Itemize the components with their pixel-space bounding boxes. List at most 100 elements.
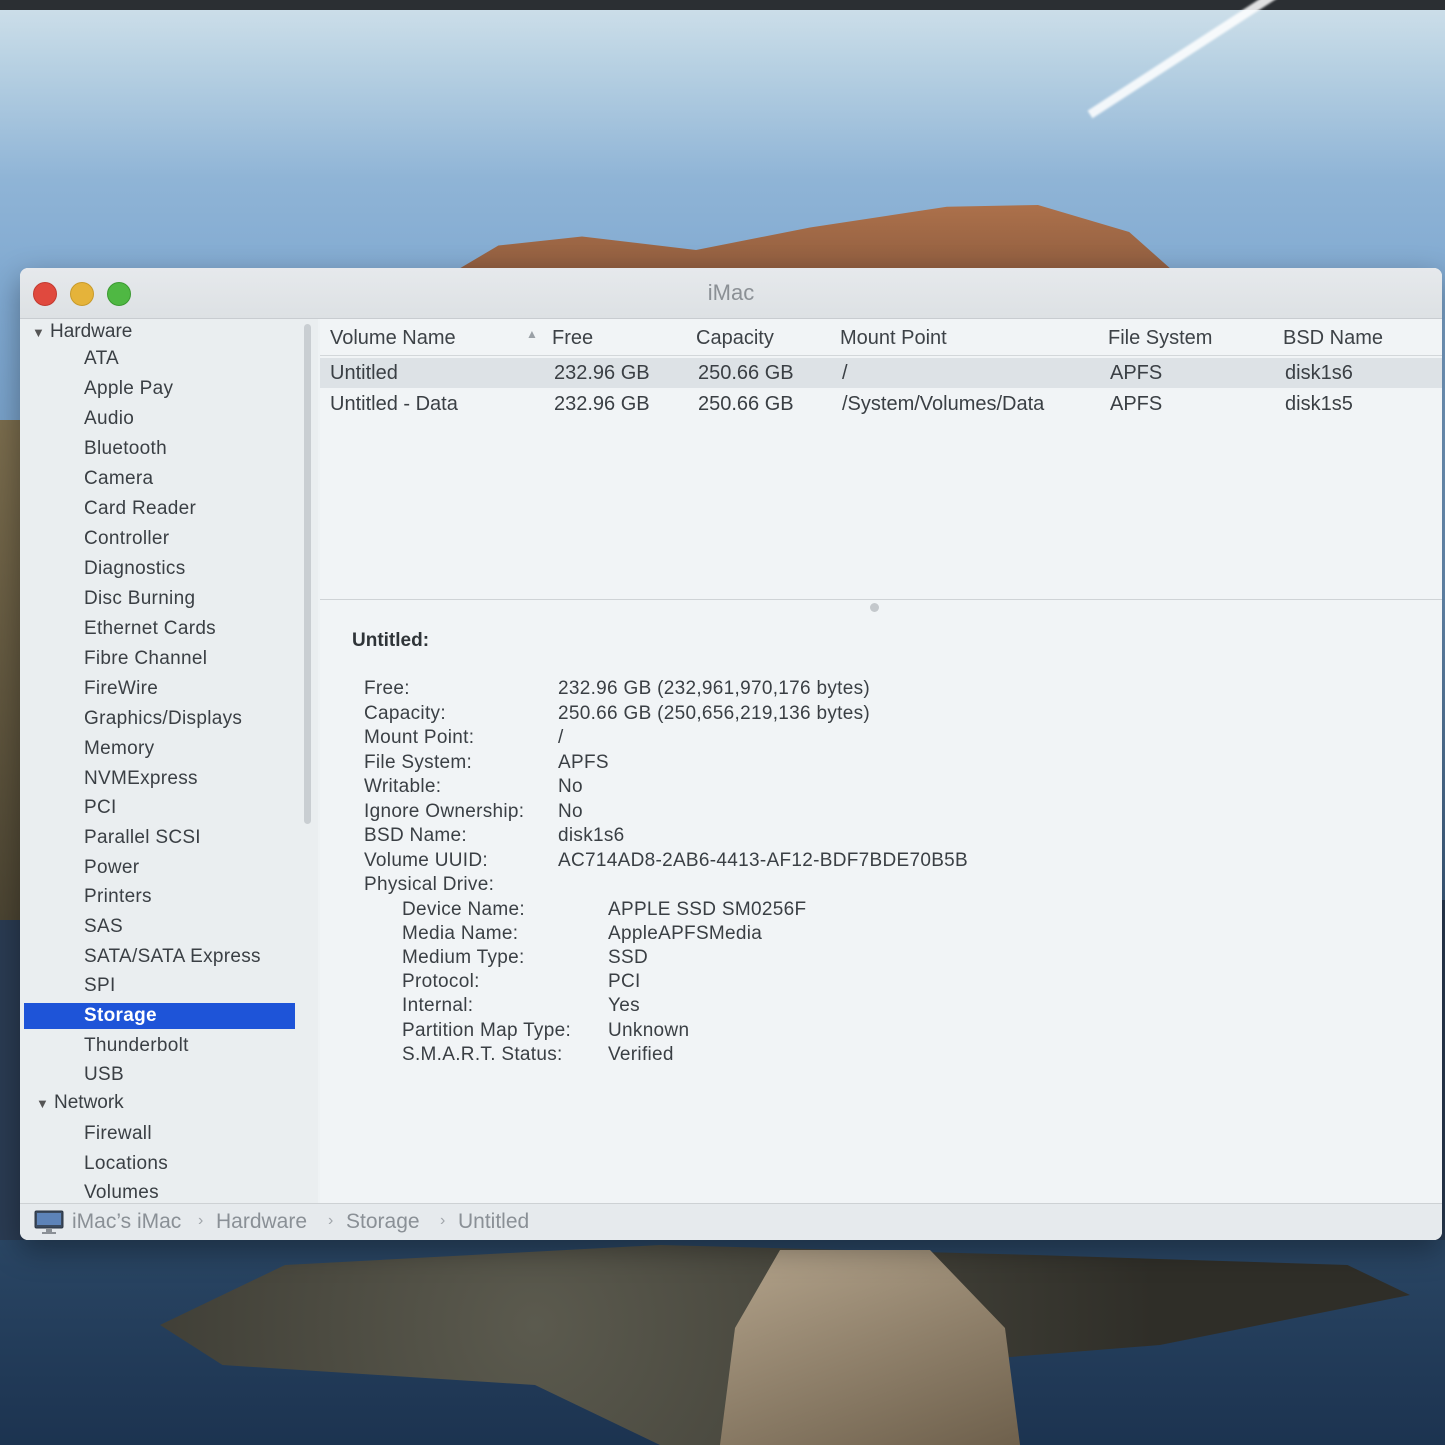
detail-label: BSD Name: [364, 825, 468, 846]
sidebar-item-firewire[interactable]: FireWire [84, 676, 158, 702]
breadcrumb-separator: › [440, 1212, 446, 1229]
sidebar-item-apple-pay[interactable]: Apple Pay [84, 376, 173, 402]
split-view-handle[interactable] [870, 603, 879, 612]
sidebar-item-thunderbolt[interactable]: Thunderbolt [84, 1033, 189, 1059]
cell-free: 232.96 GB [554, 362, 650, 384]
detail-value: PCI [608, 971, 641, 992]
sidebar: ▼ Hardware ATA Apple Pay Audio Bluetooth … [20, 319, 318, 1203]
detail-label: Medium Type: [402, 947, 525, 968]
sidebar-item-spi[interactable]: SPI [84, 973, 116, 999]
breadcrumb-computer[interactable]: iMac’s iMac [72, 1210, 181, 1234]
sidebar-item-pci[interactable]: PCI [84, 795, 117, 821]
breadcrumb-hardware[interactable]: Hardware [216, 1210, 307, 1234]
split-view-divider[interactable] [320, 599, 1442, 600]
detail-value: SSD [608, 947, 648, 968]
sidebar-item-diagnostics[interactable]: Diagnostics [84, 556, 186, 582]
sidebar-item-disc-burning[interactable]: Disc Burning [84, 586, 195, 612]
system-information-window: iMac ▼ Hardware ATA Apple Pay Audio Bluet… [20, 268, 1442, 1240]
cell-capacity: 250.66 GB [698, 362, 794, 384]
header-divider [320, 355, 1442, 356]
title-bar[interactable]: iMac [20, 268, 1442, 319]
sidebar-item-fibre-channel[interactable]: Fibre Channel [84, 646, 207, 672]
sidebar-group-label: Network [54, 1092, 124, 1113]
sidebar-item-graphics-displays[interactable]: Graphics/Displays [84, 706, 242, 732]
cell-bsd-name: disk1s6 [1285, 362, 1353, 384]
cell-file-system: APFS [1110, 362, 1163, 384]
detail-value: No [558, 776, 583, 797]
detail-value: APPLE SSD SM0256F [608, 899, 807, 920]
volume-table: Volume Name ▲ Free Capacity Mount Point … [320, 319, 1442, 604]
sidebar-item-camera[interactable]: Camera [84, 466, 153, 492]
sidebar-group-label: Hardware [50, 321, 133, 342]
detail-label: Free: [364, 678, 410, 699]
sidebar-item-usb[interactable]: USB [84, 1062, 124, 1088]
detail-label: Partition Map Type: [402, 1020, 572, 1041]
sidebar-item-bluetooth[interactable]: Bluetooth [84, 436, 167, 462]
path-bar: iMac’s iMac › Hardware › Storage › Untit… [20, 1203, 1442, 1240]
detail-label: Protocol: [402, 971, 480, 992]
disclosure-triangle-icon[interactable]: ▼ [36, 1096, 54, 1111]
window-title: iMac [707, 280, 755, 305]
cell-volume-name: Untitled - Data [330, 393, 458, 415]
sidebar-item-ethernet-cards[interactable]: Ethernet Cards [84, 616, 216, 642]
disclosure-triangle-icon[interactable]: ▼ [32, 325, 50, 340]
detail-value: APFS [558, 752, 609, 773]
column-header-file-system[interactable]: File System [1108, 323, 1212, 353]
column-header-bsd-name[interactable]: BSD Name [1283, 323, 1383, 353]
sidebar-item-parallel-scsi[interactable]: Parallel SCSI [84, 825, 201, 851]
detail-label: Device Name: [402, 899, 525, 920]
detail-value: disk1s6 [558, 825, 625, 846]
cell-capacity: 250.66 GB [698, 393, 794, 415]
detail-value: No [558, 801, 583, 822]
column-header-capacity[interactable]: Capacity [696, 323, 774, 353]
detail-value: / [558, 727, 564, 748]
detail-label: Writable: [364, 776, 442, 797]
detail-title: Untitled: [352, 630, 430, 651]
breadcrumb-separator: › [328, 1212, 334, 1229]
sidebar-group-hardware[interactable]: ▼ Hardware [32, 321, 132, 343]
sidebar-item-memory[interactable]: Memory [84, 736, 154, 762]
physical-drive-label: Physical Drive: [364, 874, 495, 895]
cell-mount-point: /System/Volumes/Data [842, 393, 1045, 415]
sidebar-group-network[interactable]: ▼ Network [36, 1092, 124, 1114]
main-content: Volume Name ▲ Free Capacity Mount Point … [320, 319, 1442, 1203]
detail-label: Ignore Ownership: [364, 801, 525, 822]
column-header-free[interactable]: Free [552, 323, 593, 353]
sidebar-item-nvmexpress[interactable]: NVMExpress [84, 766, 198, 792]
detail-value: Unknown [608, 1020, 690, 1041]
menu-bar-edge [0, 0, 1445, 10]
sidebar-item-storage[interactable]: Storage [24, 1003, 295, 1029]
detail-value: AppleAPFSMedia [608, 923, 763, 944]
breadcrumb-storage[interactable]: Storage [346, 1210, 420, 1234]
detail-label: File System: [364, 752, 473, 773]
column-header-volume-name[interactable]: Volume Name [330, 323, 456, 353]
sidebar-item-audio[interactable]: Audio [84, 406, 134, 432]
detail-value: 232.96 GB (232,961,970,176 bytes) [558, 678, 871, 699]
breadcrumb-separator: › [198, 1212, 204, 1229]
sidebar-item-firewall[interactable]: Firewall [84, 1121, 152, 1147]
detail-value: 250.66 GB (250,656,219,136 bytes) [558, 703, 871, 724]
breadcrumb-untitled[interactable]: Untitled [458, 1210, 529, 1234]
detail-label: Internal: [402, 995, 474, 1016]
sort-indicator-icon: ▲ [526, 327, 538, 341]
cell-file-system: APFS [1110, 393, 1163, 415]
table-row[interactable]: Untitled - Data 232.96 GB 250.66 GB /Sys… [320, 389, 1442, 419]
column-header-mount-point[interactable]: Mount Point [840, 323, 947, 353]
sidebar-item-sas[interactable]: SAS [84, 914, 123, 940]
sidebar-scrollbar[interactable] [304, 324, 311, 824]
imac-icon [34, 1210, 64, 1234]
cell-free: 232.96 GB [554, 393, 650, 415]
cell-volume-name: Untitled [330, 362, 398, 384]
sidebar-item-card-reader[interactable]: Card Reader [84, 496, 196, 522]
detail-label: Capacity: [364, 703, 446, 724]
sidebar-item-locations[interactable]: Locations [84, 1151, 168, 1177]
detail-value: AC714AD8-2AB6-4413-AF12-BDF7BDE70B5B [558, 850, 969, 871]
sidebar-item-controller[interactable]: Controller [84, 526, 169, 552]
sidebar-item-sata[interactable]: SATA/SATA Express [84, 944, 261, 970]
detail-value: Verified [608, 1044, 674, 1065]
sidebar-item-power[interactable]: Power [84, 855, 139, 881]
sidebar-item-printers[interactable]: Printers [84, 884, 152, 910]
table-row[interactable]: Untitled 232.96 GB 250.66 GB / APFS disk… [320, 358, 1442, 388]
detail-label: Media Name: [402, 923, 519, 944]
sidebar-item-ata[interactable]: ATA [84, 346, 119, 372]
